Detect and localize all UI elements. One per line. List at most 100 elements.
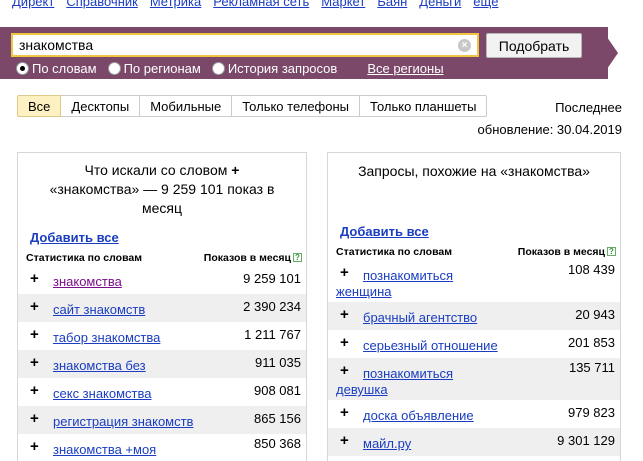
clear-icon[interactable]: × [458,39,471,52]
search-mode-radios: По словам По регионам История запросов В… [16,61,444,76]
left-rows: + знакомства 9 259 101 + сайт знакомств 2 390… [18,266,306,461]
add-keyword-plus-icon[interactable]: + [340,334,349,351]
column-headers: Статистика по словам Показов в месяц? [328,246,620,260]
shows-count: 979 823 [568,405,615,420]
search-input[interactable]: знакомства × [11,33,479,57]
table-row: + доска объявление 979 823 [328,400,620,428]
plus-icon[interactable]: + [231,162,239,178]
radio-by-words[interactable]: По словам [16,61,97,76]
table-row: + познакомиться девушка 135 711 [328,358,620,400]
shows-count: 201 853 [568,335,615,350]
pick-button[interactable]: Подобрать [486,33,582,58]
keyword-link[interactable]: сайт знакомств [53,302,145,317]
nav-metrika[interactable]: Метрика [150,0,201,9]
add-keyword-plus-icon[interactable]: + [30,326,39,343]
keyword-link[interactable]: знакомства без [53,358,146,373]
word-stats-panel: Что искали со словом + «знакомства» — 9 … [17,152,307,461]
column-headers: Статистика по словам Показов в месяц? [18,252,306,266]
col-shows-header: Показов в месяц [517,246,605,258]
table-row: + секс знакомства 908 081 [18,378,306,406]
keyword-link[interactable]: серьезный отношение [363,338,498,353]
shows-count: 850 368 [254,436,301,451]
add-all-link[interactable]: Добавить все [30,230,306,245]
panel-title: Что искали со словом + «знакомства» — 9 … [18,153,306,218]
shows-count: 865 156 [254,411,301,426]
table-row: + майл.ру 9 301 129 [328,428,620,456]
radio-query-history[interactable]: История запросов [211,61,338,76]
nav-ad-network[interactable]: Рекламная сеть [213,0,309,9]
radio-label: По словам [32,61,97,76]
right-rows: + познакомиться женщина 108 439 + брачный аге… [328,260,620,456]
table-row: + знакомства без 911 035 [18,350,306,378]
keyword-link[interactable]: знакомства +моя [53,442,156,457]
tab-phones-only[interactable]: Только телефоны [232,95,361,117]
nav-money[interactable]: Деньги [419,0,461,9]
add-keyword-plus-icon[interactable]: + [30,354,39,371]
nav-bayan[interactable]: Баян [377,0,407,9]
radio-label: История запросов [227,61,338,76]
col-stat-header: Статистика по словам [336,246,452,258]
tab-desktops[interactable]: Десктопы [61,95,141,117]
nav-more[interactable]: ещё [473,0,498,9]
add-all-link[interactable]: Добавить все [340,224,620,239]
add-keyword-plus-icon[interactable]: + [340,404,349,421]
shows-count: 135 711 [568,360,615,375]
search-band-arrow [600,27,618,79]
keyword-link[interactable]: познакомиться [363,366,453,381]
add-keyword-plus-icon[interactable]: + [30,382,39,399]
add-keyword-plus-icon[interactable]: + [340,362,349,379]
add-keyword-plus-icon[interactable]: + [340,432,349,449]
keyword-link[interactable]: брачный агентство [363,310,477,325]
shows-count: 9 259 101 [243,271,301,286]
help-icon[interactable]: ? [607,247,616,256]
table-row: + регистрация знакомств 865 156 [18,406,306,434]
add-keyword-plus-icon[interactable]: + [340,264,349,281]
all-regions-link[interactable]: Все регионы [367,61,443,76]
shows-count: 1 211 767 [244,327,301,342]
add-keyword-plus-icon[interactable]: + [30,298,39,315]
keyword-link[interactable]: знакомства [53,274,122,289]
tab-tablets-only[interactable]: Только планшеты [360,95,488,117]
keyword-link[interactable]: табор знакомства [53,330,160,345]
keyword-link[interactable]: регистрация знакомств [53,414,193,429]
table-row: + сайт знакомств 2 390 234 [18,294,306,322]
table-row: + табор знакомства 1 211 767 [18,322,306,350]
keyword-link-continued[interactable]: девушка [336,382,388,397]
radio-dot-icon [107,62,121,75]
last-update: Последнее обновление: 30.04.2019 [478,97,622,141]
keyword-link-continued[interactable]: женщина [336,284,391,299]
shows-count: 108 439 [568,262,615,277]
shows-count: 9 301 129 [557,433,615,448]
tab-mobile[interactable]: Мобильные [140,95,233,117]
keyword-link[interactable]: секс знакомства [53,386,152,401]
keyword-link[interactable]: майл.ру [363,436,411,451]
nav-direct[interactable]: Директ [12,0,54,9]
col-shows-header: Показов в месяц [203,252,291,264]
table-row: + серьезный отношение 201 853 [328,330,620,358]
col-shows-header-wrap: Показов в месяц? [518,246,616,260]
radio-dot-checked-icon [16,62,29,75]
table-row: + познакомиться женщина 108 439 [328,260,620,302]
similar-queries-panel: Запросы, похожие на «знакомства» Добавит… [327,152,621,461]
nav-reference[interactable]: Справочник [66,0,138,9]
panel-title-line: месяц [141,200,182,216]
help-icon[interactable]: ? [293,253,302,262]
shows-count: 908 081 [254,383,301,398]
add-keyword-plus-icon[interactable]: + [30,410,39,427]
device-tabs: Все Десктопы Мобильные Только телефоны Т… [17,95,488,117]
radio-dot-icon [211,62,225,75]
panel-title: Запросы, похожие на «знакомства» [358,163,590,179]
radio-by-regions[interactable]: По регионам [107,61,201,76]
keyword-link[interactable]: доска объявление [363,408,474,423]
add-keyword-plus-icon[interactable]: + [340,306,349,323]
nav-market[interactable]: Маркет [321,0,365,9]
top-nav: Директ Справочник Метрика Рекламная сеть Мар… [12,0,510,12]
keyword-link[interactable]: познакомиться [363,268,453,283]
radio-label: По регионам [123,61,201,76]
add-keyword-plus-icon[interactable]: + [30,270,39,287]
search-input-value: знакомства [19,37,94,53]
table-row: + знакомства 9 259 101 [18,266,306,294]
tab-all[interactable]: Все [17,95,62,117]
add-keyword-plus-icon[interactable]: + [30,438,39,455]
shows-count: 911 035 [254,355,301,370]
